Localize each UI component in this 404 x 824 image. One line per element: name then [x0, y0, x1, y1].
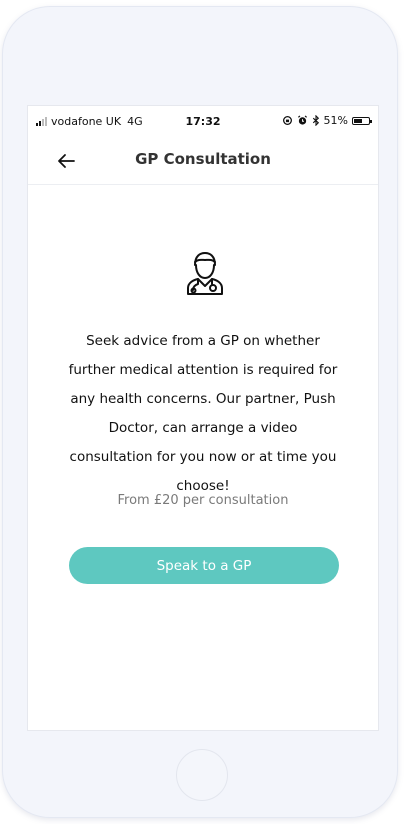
battery-percentage: 51% [323, 114, 348, 127]
doctor-icon [187, 252, 223, 295]
orientation-lock-icon [282, 116, 292, 125]
home-button[interactable] [176, 749, 228, 801]
app-screen: vodafone UK 4G 17:32 51% GP Consultation… [27, 105, 379, 731]
price-label: From £20 per consultation [117, 493, 289, 508]
battery-icon [352, 116, 372, 125]
consultation-description: Seek advice from a GP on whether further… [68, 333, 338, 494]
phone-frame: vodafone UK 4G 17:32 51% GP Consultation… [2, 6, 398, 818]
status-bar: vodafone UK 4G 17:32 51% [28, 106, 378, 138]
page-title: GP Consultation [135, 150, 271, 168]
speak-to-gp-button[interactable]: Speak to a GP [69, 547, 339, 584]
bluetooth-icon [312, 115, 319, 126]
status-bar-right: 51% [282, 114, 372, 127]
navigation-bar: GP Consultation [28, 138, 378, 185]
alarm-icon [297, 115, 307, 125]
